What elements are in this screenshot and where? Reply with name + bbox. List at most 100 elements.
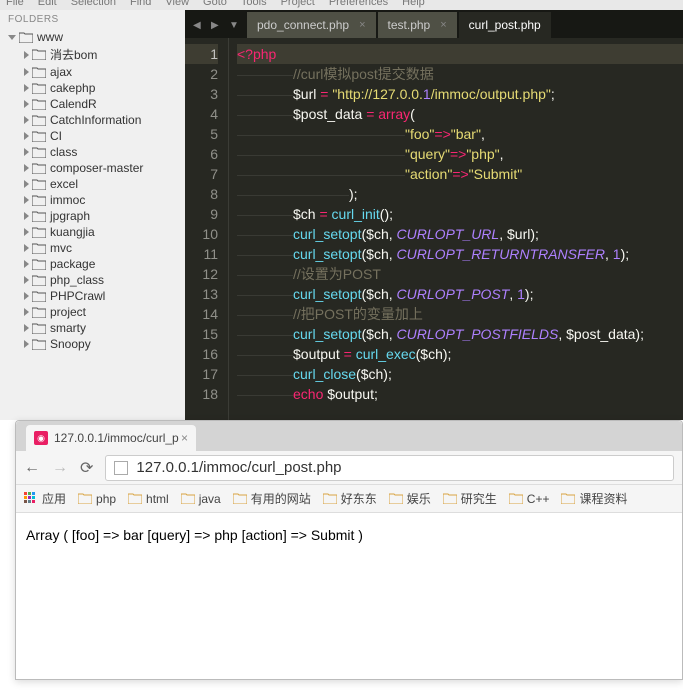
menu-file[interactable]: File	[6, 0, 24, 8]
tab-nav-down-icon[interactable]: ▼	[229, 20, 241, 32]
menu-view[interactable]: View	[165, 0, 189, 8]
tab-close-icon[interactable]: ×	[440, 19, 446, 31]
address-bar[interactable]: 127.0.0.1/immoc/curl_post.php	[105, 455, 674, 481]
menu-tools[interactable]: Tools	[241, 0, 267, 8]
browser-tab-close-icon[interactable]: ×	[181, 431, 188, 445]
back-button-icon[interactable]: ←	[24, 459, 40, 477]
tree-root[interactable]: www	[0, 29, 185, 45]
tree-item[interactable]: composer-master	[0, 160, 185, 176]
chevron-down-icon	[8, 35, 16, 40]
code-line[interactable]: ————//curl模拟post提交数据	[237, 64, 683, 84]
bookmark-item[interactable]: html	[128, 490, 169, 507]
bookmark-label: 有用的网站	[251, 490, 311, 507]
code-line[interactable]: ————curl_setopt($ch, CURLOPT_POST, 1);	[237, 284, 683, 304]
chevron-right-icon	[24, 116, 29, 124]
tree-item[interactable]: project	[0, 304, 185, 320]
code-line[interactable]: ————curl_setopt($ch, CURLOPT_POSTFIELDS,…	[237, 324, 683, 344]
tree-item[interactable]: php_class	[0, 272, 185, 288]
tree-item[interactable]: excel	[0, 176, 185, 192]
bookmark-label: 应用	[42, 490, 66, 507]
code-line[interactable]: ————$post_data = array(	[237, 104, 683, 124]
chevron-right-icon	[24, 84, 29, 92]
menu-find[interactable]: Find	[130, 0, 151, 8]
chevron-right-icon	[24, 212, 29, 220]
folder-icon	[32, 163, 46, 174]
tab-nav-right-icon[interactable]: ▶	[211, 20, 223, 32]
tree-item[interactable]: class	[0, 144, 185, 160]
tree-item[interactable]: mvc	[0, 240, 185, 256]
tab-close-icon[interactable]: ×	[359, 19, 365, 31]
tree-item[interactable]: cakephp	[0, 80, 185, 96]
code-line[interactable]: ————$url = "http://127.0.0.1/immoc/outpu…	[237, 84, 683, 104]
code-line[interactable]: ————$ch = curl_init();	[237, 204, 683, 224]
code-line[interactable]: ————curl_setopt($ch, CURLOPT_URL, $url);	[237, 224, 683, 244]
reload-button-icon[interactable]: ⟳	[80, 458, 93, 478]
tree-item[interactable]: CatchInformation	[0, 112, 185, 128]
tree-item[interactable]: kuangjia	[0, 224, 185, 240]
code-line[interactable]: ————$output = curl_exec($ch);	[237, 344, 683, 364]
code-line[interactable]: ————echo $output;	[237, 384, 683, 404]
editor-tab[interactable]: test.php×	[378, 12, 457, 38]
bookmark-item[interactable]: 好东东	[323, 490, 377, 507]
folder-icon	[509, 493, 523, 504]
tree-item[interactable]: immoc	[0, 192, 185, 208]
bookmark-item[interactable]: 娱乐	[389, 490, 431, 507]
chevron-right-icon	[24, 196, 29, 204]
folder-icon	[32, 243, 46, 254]
menu-help[interactable]: Help	[402, 0, 425, 8]
browser-tab[interactable]: ◉ 127.0.0.1/immoc/curl_p ×	[26, 425, 196, 451]
bookmark-item[interactable]: 研究生	[443, 490, 497, 507]
menu-project[interactable]: Project	[281, 0, 315, 8]
tab-nav-left-icon[interactable]: ◀	[193, 20, 205, 32]
code-line[interactable]: ————//把POST的变量加上	[237, 304, 683, 324]
code-line[interactable]: <?php	[237, 44, 683, 64]
editor-tab[interactable]: curl_post.php	[459, 12, 551, 38]
code-line[interactable]: ————curl_close($ch);	[237, 364, 683, 384]
code-line[interactable]: ————curl_setopt($ch, CURLOPT_RETURNTRANS…	[237, 244, 683, 264]
tab-bar: ◀ ▶ ▼ pdo_connect.php×test.php×curl_post…	[185, 10, 683, 38]
tree-item[interactable]: ajax	[0, 64, 185, 80]
tree-item[interactable]: package	[0, 256, 185, 272]
line-number: 16	[185, 344, 218, 364]
bookmark-item[interactable]: java	[181, 490, 221, 507]
code-editor[interactable]: 123456789101112131415161718 <?php————//c…	[185, 38, 683, 420]
code-lines[interactable]: <?php————//curl模拟post提交数据————$url = "htt…	[229, 38, 683, 420]
tree-item[interactable]: CI	[0, 128, 185, 144]
bookmark-label: php	[96, 492, 116, 506]
menu-selection[interactable]: Selection	[71, 0, 116, 8]
app-menubar[interactable]: File Edit Selection Find View Goto Tools…	[0, 0, 683, 10]
code-line[interactable]: ————————————"action"=>"Submit"	[237, 164, 683, 184]
tree-item[interactable]: 消去bom	[0, 45, 185, 64]
line-number: 13	[185, 284, 218, 304]
bookmark-label: 娱乐	[407, 490, 431, 507]
forward-button-icon[interactable]: →	[52, 459, 68, 477]
menu-goto[interactable]: Goto	[203, 0, 227, 8]
line-number: 7	[185, 164, 218, 184]
tree-item[interactable]: Snoopy	[0, 336, 185, 352]
code-line[interactable]: ————//设置为POST	[237, 264, 683, 284]
page-content: Array ( [foo] => bar [query] => php [act…	[16, 513, 682, 558]
browser-tab-strip: ◉ 127.0.0.1/immoc/curl_p ×	[16, 421, 682, 451]
tree-item[interactable]: CalendR	[0, 96, 185, 112]
editor-tab[interactable]: pdo_connect.php ×	[247, 12, 376, 38]
code-line[interactable]: ————————);	[237, 184, 683, 204]
tree-item[interactable]: smarty	[0, 320, 185, 336]
bookmark-item[interactable]: C++	[509, 490, 550, 507]
bookmark-item[interactable]: php	[78, 490, 116, 507]
folder-tree[interactable]: www消去bomajaxcakephpCalendRCatchInformati…	[0, 29, 185, 352]
bookmark-item[interactable]: 课程资料	[561, 490, 627, 507]
line-number: 10	[185, 224, 218, 244]
menu-edit[interactable]: Edit	[38, 0, 57, 8]
code-line[interactable]: ————————————"foo"=>"bar",	[237, 124, 683, 144]
tree-label: class	[50, 145, 77, 159]
tree-item[interactable]: jpgraph	[0, 208, 185, 224]
tree-item[interactable]: PHPCrawl	[0, 288, 185, 304]
tab-label: pdo_connect.php	[257, 18, 349, 32]
tree-label: project	[50, 305, 86, 319]
code-line[interactable]: ————————————"query"=>"php",	[237, 144, 683, 164]
editor-window: FOLDERS www消去bomajaxcakephpCalendRCatchI…	[0, 10, 683, 420]
bookmark-item[interactable]: 有用的网站	[233, 490, 311, 507]
folder-icon	[32, 259, 46, 270]
bookmark-apps[interactable]: 应用	[24, 490, 66, 507]
menu-preferences[interactable]: Preferences	[329, 0, 388, 8]
